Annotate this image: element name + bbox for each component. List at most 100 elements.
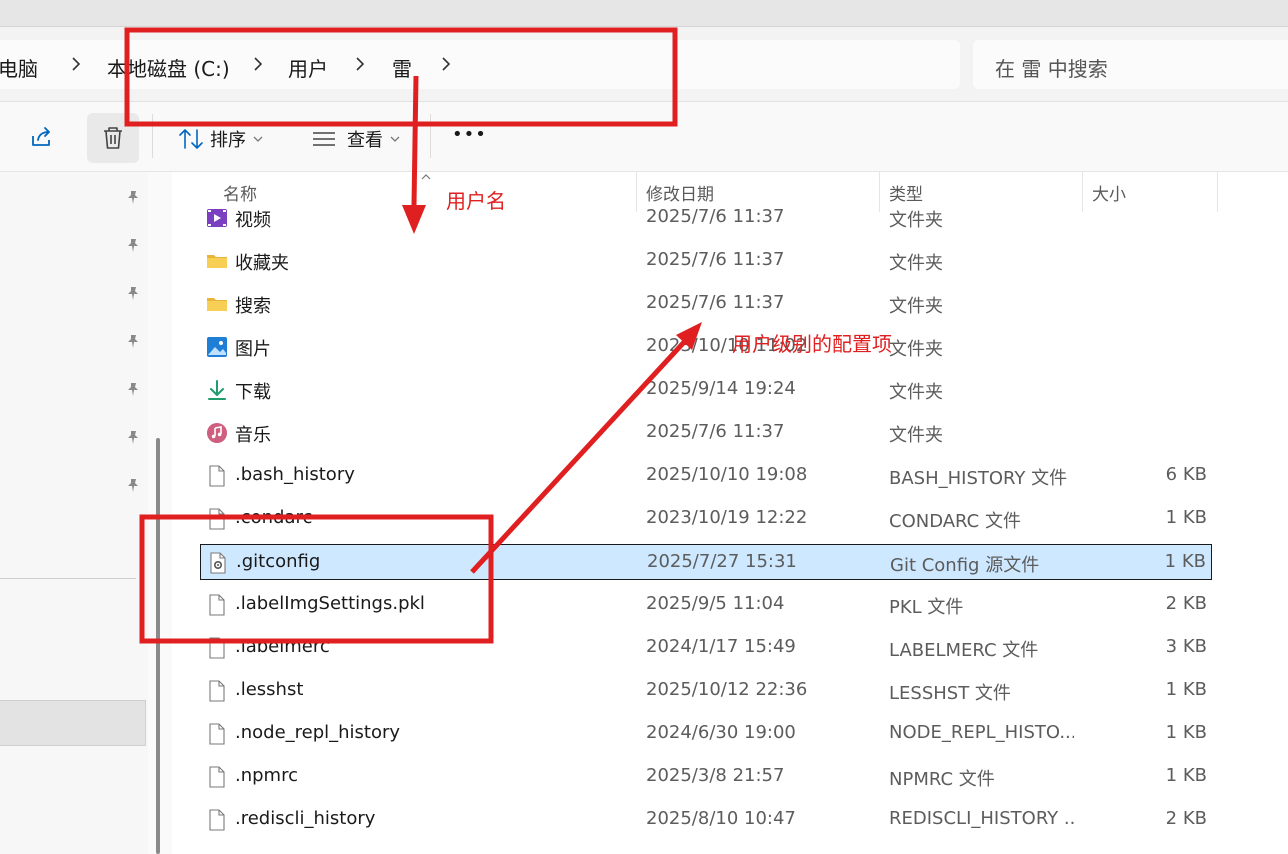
file-date: 2024/1/17 15:49 xyxy=(646,636,796,657)
breadcrumb-item-drive[interactable]: 本地磁盘 (C:) xyxy=(107,53,230,82)
trash-icon xyxy=(104,127,122,149)
file-size: 1 KB xyxy=(1164,551,1206,572)
file-name: 收藏夹 xyxy=(235,253,289,274)
music-icon xyxy=(206,422,228,444)
chevron-down-icon xyxy=(390,136,400,142)
file-row[interactable]: .condarc 2023/10/19 12:22 CONDARC 文件 1 KB xyxy=(200,501,1212,537)
file-row-selected[interactable]: .gitconfig 2025/7/27 15:31 Git Config 源文件 1… xyxy=(200,544,1212,580)
navigation-pane xyxy=(0,172,148,854)
file-type: BASH_HISTORY 文件 xyxy=(889,468,1068,489)
file-type: 文件夹 xyxy=(889,296,943,317)
file-row[interactable]: 图片 2023/10/10 11:02 文件夹 xyxy=(200,329,1212,365)
file-size: 2 KB xyxy=(1165,593,1207,614)
file-size: 1 KB xyxy=(1165,507,1207,528)
file-name: .npmrc xyxy=(235,765,298,786)
view-list-icon xyxy=(313,132,335,146)
file-icon xyxy=(206,465,228,487)
pin-icon[interactable] xyxy=(125,285,141,301)
view-button[interactable]: 查看 xyxy=(311,126,401,152)
file-date: 2024/6/30 19:00 xyxy=(646,722,796,743)
video-folder-icon xyxy=(206,207,228,229)
file-row[interactable]: .lesshst 2025/10/12 22:36 LESSHST 文件 1 KB xyxy=(200,673,1212,709)
file-row[interactable]: 收藏夹 2025/7/6 11:37 文件夹 xyxy=(200,243,1212,279)
file-row[interactable]: .npmrc 2025/3/8 21:57 NPMRC 文件 1 KB xyxy=(200,759,1212,795)
command-bar: 排序 查看 ••• xyxy=(0,102,1288,172)
file-icon xyxy=(206,809,228,831)
delete-button[interactable] xyxy=(87,113,139,163)
sort-ascending-icon xyxy=(421,174,431,180)
file-name: .lesshst xyxy=(235,679,304,700)
file-size: 1 KB xyxy=(1165,679,1207,700)
file-name: 视频 xyxy=(235,210,271,231)
window-titlebar xyxy=(0,0,1288,27)
search-input[interactable]: 在 雷 中搜索 xyxy=(973,40,1288,89)
pin-icon[interactable] xyxy=(125,477,141,493)
file-row[interactable]: 下载 2025/9/14 19:24 文件夹 xyxy=(200,372,1212,408)
share-icon xyxy=(32,127,50,146)
file-icon xyxy=(206,508,228,530)
file-row[interactable]: 搜索 2025/7/6 11:37 文件夹 xyxy=(200,286,1212,322)
file-type: NPMRC 文件 xyxy=(889,769,995,790)
file-row[interactable]: 音乐 2025/7/6 11:37 文件夹 xyxy=(200,415,1212,451)
file-row[interactable]: 视频 2025/7/6 11:37 文件夹 xyxy=(200,200,1212,236)
file-type: 文件夹 xyxy=(889,253,943,274)
chevron-right-icon[interactable] xyxy=(350,54,370,74)
more-options-button[interactable]: ••• xyxy=(452,124,487,145)
file-date: 2025/9/14 19:24 xyxy=(646,378,796,399)
nav-item-selected[interactable] xyxy=(0,700,146,746)
file-size: 2 KB xyxy=(1165,808,1207,829)
file-date: 2025/9/5 11:04 xyxy=(646,593,785,614)
folder-icon xyxy=(206,293,228,315)
file-row[interactable]: .node_repl_history 2024/6/30 19:00 NODE_RE… xyxy=(200,716,1212,752)
config-file-icon xyxy=(207,552,229,574)
file-name: .node_repl_history xyxy=(235,722,401,743)
sort-icon xyxy=(179,129,203,149)
pin-icon[interactable] xyxy=(125,333,141,349)
view-label: 查看 xyxy=(347,130,383,151)
file-name: .labelmerc xyxy=(235,636,330,657)
pin-icon[interactable] xyxy=(125,429,141,445)
file-name: 音乐 xyxy=(235,425,271,446)
file-row[interactable]: .labelmerc 2024/1/17 15:49 LABELMERC 文件 3 K… xyxy=(200,630,1212,666)
file-name: .gitconfig xyxy=(236,551,321,572)
file-type: 文件夹 xyxy=(889,210,943,231)
file-date: 2025/7/6 11:37 xyxy=(646,292,785,313)
file-icon xyxy=(206,637,228,659)
column-divider[interactable] xyxy=(1217,172,1218,212)
file-row[interactable]: .labelImgSettings.pkl 2025/9/5 11:04 PKL 文… xyxy=(200,587,1212,623)
nav-scrollbar[interactable] xyxy=(156,438,160,854)
pin-icon[interactable] xyxy=(125,381,141,397)
file-date: 2025/7/6 11:37 xyxy=(646,206,785,227)
file-type: 文件夹 xyxy=(889,425,943,446)
share-button[interactable] xyxy=(28,124,54,150)
chevron-right-icon[interactable] xyxy=(66,54,86,74)
file-row[interactable]: .bash_history 2025/10/10 19:08 BASH_HISTOR… xyxy=(200,458,1212,494)
pictures-folder-icon xyxy=(206,336,228,358)
pin-icon[interactable] xyxy=(125,189,141,205)
chevron-right-icon[interactable] xyxy=(436,54,456,74)
file-name: 搜索 xyxy=(235,296,271,317)
file-size: 1 KB xyxy=(1165,765,1207,786)
file-type: 文件夹 xyxy=(889,382,943,403)
file-type: 文件夹 xyxy=(889,339,943,360)
pin-icon[interactable] xyxy=(125,237,141,253)
file-size: 1 KB xyxy=(1165,722,1207,743)
chevron-right-icon[interactable] xyxy=(248,54,268,74)
breadcrumb-item-pc[interactable]: 电脑 xyxy=(0,53,38,82)
file-row[interactable]: .rediscli_history 2025/8/10 10:47 REDISCLI… xyxy=(200,802,1212,838)
file-icon xyxy=(206,766,228,788)
file-date: 2025/7/6 11:37 xyxy=(646,249,785,270)
sort-button[interactable]: 排序 xyxy=(178,126,264,152)
file-name: .labelImgSettings.pkl xyxy=(235,593,425,614)
download-icon xyxy=(206,379,228,401)
breadcrumb-item-user[interactable]: 雷 xyxy=(392,53,412,82)
breadcrumb-item-users[interactable]: 用户 xyxy=(288,53,328,82)
file-type: NODE_REPL_HISTO... xyxy=(889,722,1074,743)
file-type: PKL 文件 xyxy=(889,597,964,618)
file-date: 2025/7/6 11:37 xyxy=(646,421,785,442)
file-size: 3 KB xyxy=(1165,636,1207,657)
file-type: Git Config 源文件 xyxy=(890,555,1040,576)
file-name: .rediscli_history xyxy=(235,808,376,829)
file-list: 名称 修改日期 类型 大小 视频 2025/7/6 11:37 文件夹 收藏夹 2025… xyxy=(172,172,1288,854)
file-name: .bash_history xyxy=(235,464,355,485)
